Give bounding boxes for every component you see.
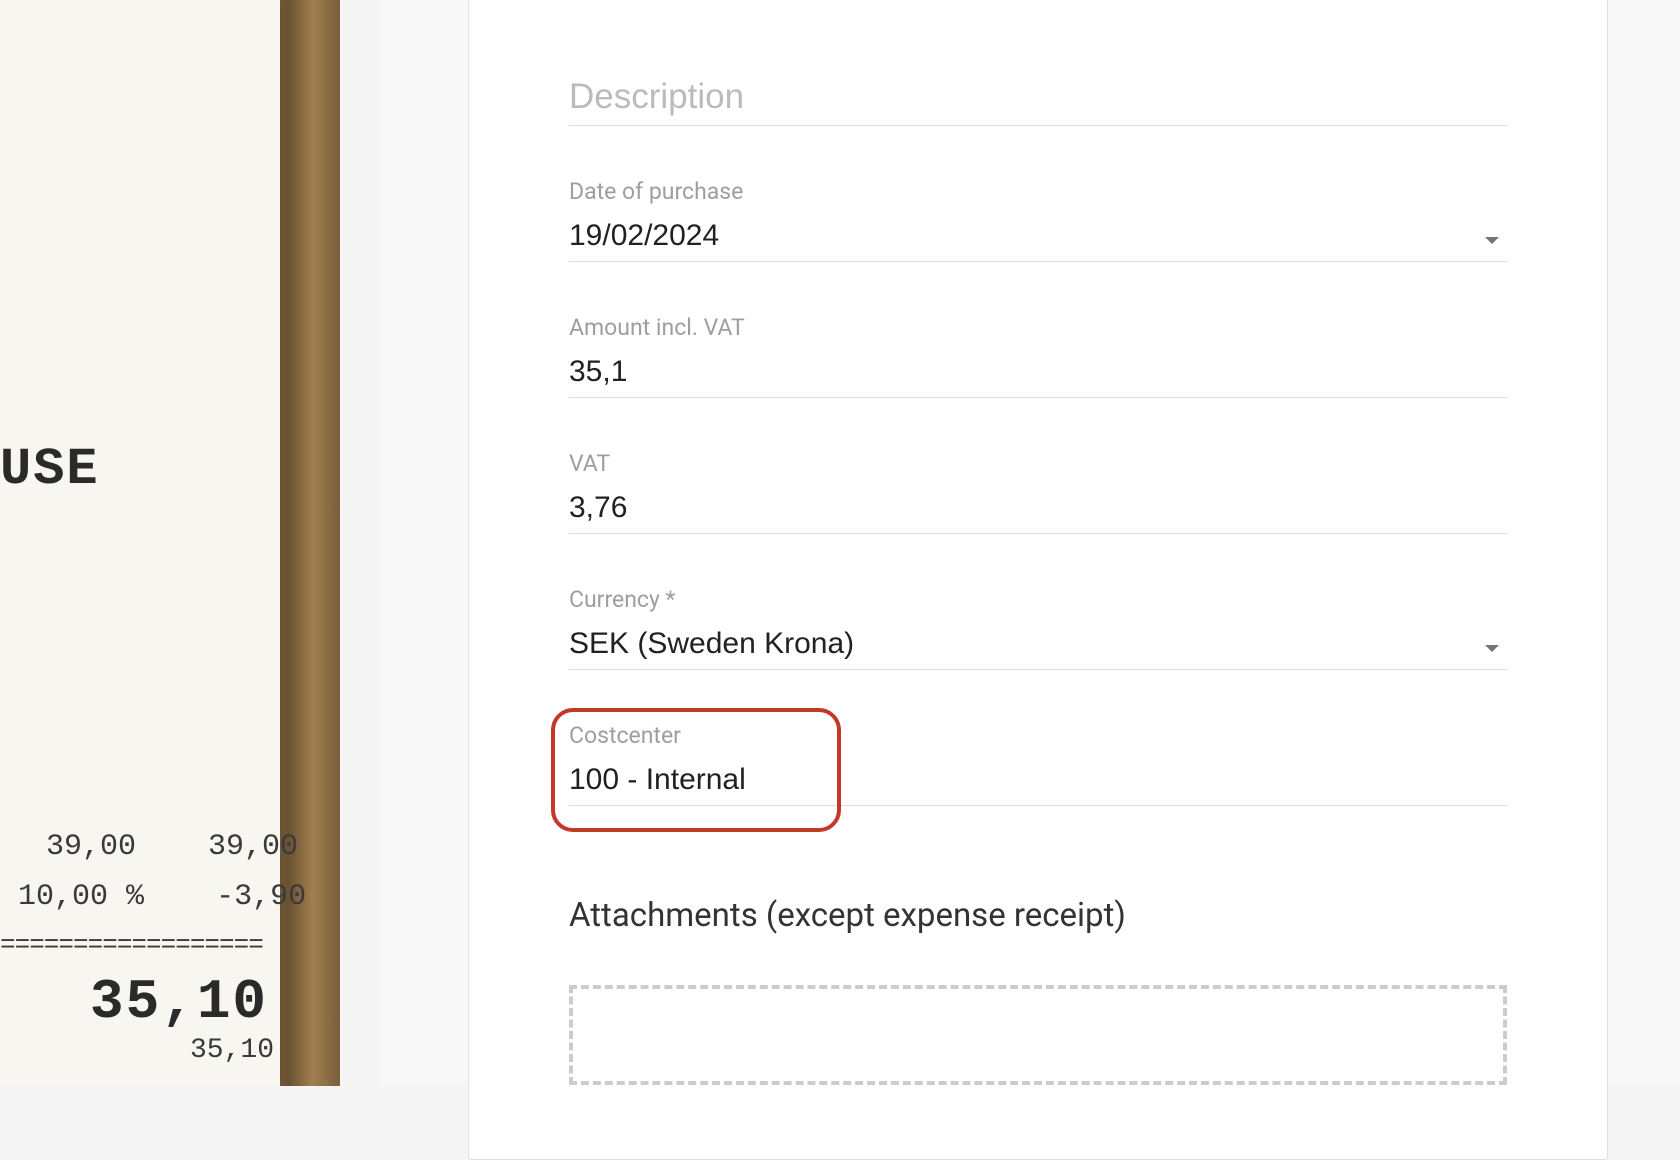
vat-input[interactable] (569, 483, 1507, 534)
date-label: Date of purchase (569, 178, 1507, 205)
chevron-down-icon[interactable] (1485, 237, 1499, 244)
receipt-partial-text: USE (0, 440, 100, 499)
attachments-dropzone[interactable] (569, 985, 1507, 1085)
description-group (569, 69, 1507, 126)
chevron-down-icon[interactable] (1485, 645, 1499, 652)
date-input[interactable] (569, 211, 1507, 262)
expense-form-panel: Date of purchase Amount incl. VAT VAT Cu… (380, 0, 1680, 1086)
description-input[interactable] (569, 69, 1507, 126)
receipt-image[interactable]: USE 39,00 39,00 10,00 % -3,90 ==========… (0, 0, 340, 1086)
amount-input[interactable] (569, 347, 1507, 398)
vat-group: VAT (569, 450, 1507, 534)
date-group: Date of purchase (569, 178, 1507, 262)
receipt-subtotal: 35,10 (190, 1035, 274, 1066)
receipt-line-item: 39,00 39,00 (10, 830, 298, 864)
receipt-divider: ================== (0, 930, 263, 960)
expense-form-card: Date of purchase Amount incl. VAT VAT Cu… (468, 0, 1608, 1160)
receipt-line-item: 10,00 % -3,90 (0, 880, 306, 914)
costcenter-group: Costcenter (569, 722, 1507, 806)
vat-label: VAT (569, 450, 1507, 477)
currency-group: Currency * (569, 586, 1507, 670)
currency-label: Currency * (569, 586, 1507, 613)
costcenter-select[interactable] (569, 755, 1507, 806)
amount-label: Amount incl. VAT (569, 314, 1507, 341)
attachments-heading: Attachments (except expense receipt) (569, 896, 1507, 935)
currency-select[interactable] (569, 619, 1507, 670)
receipt-paper: USE 39,00 39,00 10,00 % -3,90 ==========… (0, 0, 280, 1086)
receipt-total: 35,10 (90, 970, 268, 1034)
amount-group: Amount incl. VAT (569, 314, 1507, 398)
receipt-preview-panel: USE 39,00 39,00 10,00 % -3,90 ==========… (0, 0, 340, 1086)
costcenter-label: Costcenter (569, 722, 1507, 749)
